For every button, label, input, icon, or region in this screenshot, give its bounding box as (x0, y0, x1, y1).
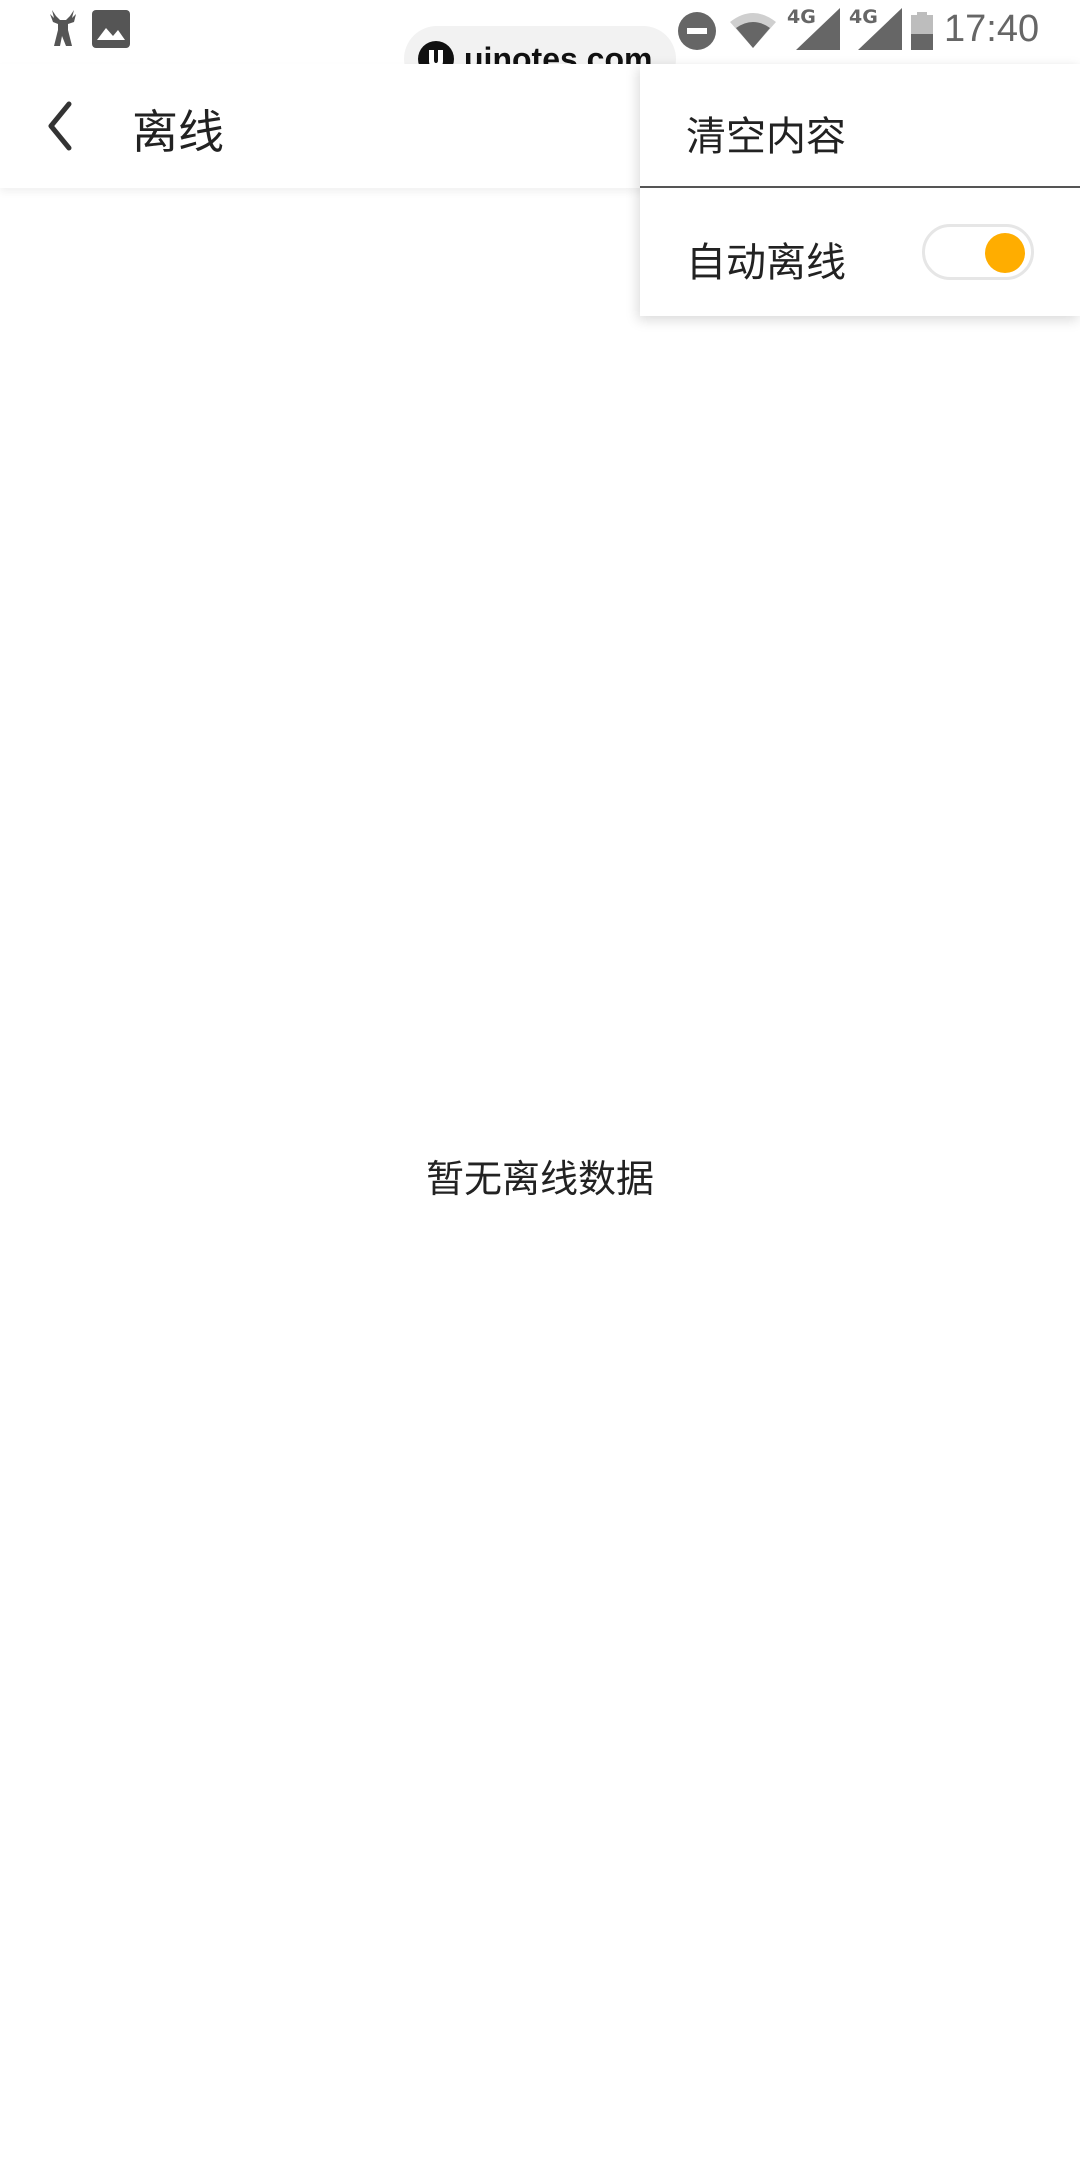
auto-offline-toggle[interactable] (922, 224, 1034, 280)
image-icon (92, 10, 130, 48)
deer-icon (50, 10, 76, 46)
menu-item-clear-content[interactable]: 清空内容 (640, 64, 1080, 188)
page-title: 离线 (132, 105, 224, 159)
do-not-disturb-icon (678, 12, 716, 50)
back-button[interactable] (30, 94, 90, 158)
wifi-icon (730, 13, 776, 48)
menu-item-label: 自动离线 (686, 240, 846, 286)
battery-icon (911, 12, 933, 50)
menu-item-label: 清空内容 (686, 114, 846, 160)
signal-icon (796, 8, 840, 50)
overflow-menu: 清空内容 自动离线 (640, 64, 1080, 316)
chevron-left-icon (48, 101, 72, 151)
menu-item-auto-offline[interactable]: 自动离线 (640, 190, 1080, 314)
clock: 17:40 (944, 8, 1040, 50)
empty-state-message: 暂无离线数据 (425, 1157, 654, 1201)
signal-icon (858, 8, 902, 50)
toggle-knob (985, 233, 1025, 273)
